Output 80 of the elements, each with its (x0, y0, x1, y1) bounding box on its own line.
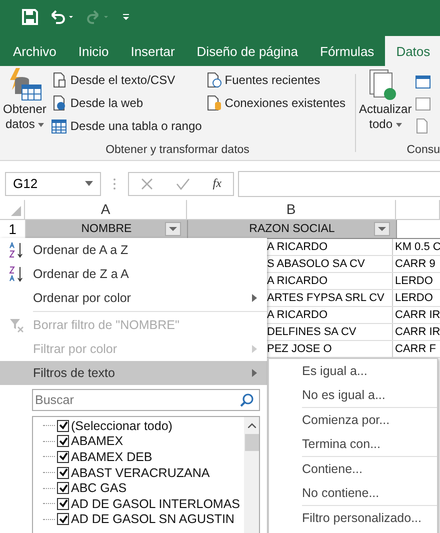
menu-item[interactable]: Ordenar de A a Z (0, 238, 267, 262)
scrollbar[interactable] (244, 417, 259, 533)
caret-icon (396, 122, 402, 126)
value-label: ABAMEX (71, 434, 124, 448)
insert-function-button[interactable]: fx (212, 176, 222, 191)
ribbon-button[interactable]: Conexiones existentes (204, 93, 348, 113)
ribbon-tab[interactable]: Datos (385, 36, 440, 66)
table-cell-text: CARR IR (394, 308, 440, 323)
table-cell-text: CARR F (394, 342, 437, 357)
undo-icon[interactable] (50, 10, 74, 24)
ribbon-tab[interactable]: Inicio (67, 36, 120, 66)
web-page-icon (51, 95, 68, 111)
formula-input[interactable] (238, 170, 440, 196)
table-cell-text: LERDO (394, 274, 434, 289)
ribbon-tab[interactable]: Archivo (2, 36, 68, 66)
table-icon (51, 118, 68, 134)
refresh-all-button[interactable]: Actualizar todo (356, 68, 415, 142)
group-label: Obtener y transformar datos (104, 143, 250, 158)
value-label: ABAMEX DEB (71, 450, 152, 464)
menu-item[interactable]: Filtro personalizado... (269, 506, 437, 530)
filter-dropdown-icon[interactable] (374, 222, 390, 236)
menu-item[interactable]: Ordenar por color (0, 286, 267, 310)
submenu-arrow-icon (252, 294, 257, 302)
checkbox[interactable] (57, 513, 69, 526)
submenu-arrow-icon (252, 369, 257, 377)
clock-file-icon (206, 72, 222, 88)
value-label: ABAST VERACRUZANA (71, 466, 210, 480)
checkbox[interactable] (57, 420, 69, 432)
text-file-icon (51, 72, 68, 88)
ribbon-button[interactable]: Desde el texto/CSV (49, 70, 204, 90)
checkbox[interactable] (57, 466, 69, 479)
sort-ascending-icon (8, 242, 24, 258)
scroll-thumb[interactable] (244, 434, 258, 451)
checkbox[interactable] (57, 482, 69, 494)
queries-icon[interactable] (414, 74, 431, 90)
menu-item[interactable]: Contiene... (269, 457, 437, 481)
get-data-button[interactable]: Obtener datos (0, 68, 50, 142)
customize-icon[interactable] (122, 13, 130, 21)
name-box[interactable]: G12 (5, 172, 101, 196)
menu-item[interactable]: No contiene... (269, 481, 437, 505)
table-cell-text: LERDO (394, 291, 434, 306)
menu-item[interactable]: Comienza por... (269, 408, 437, 432)
caret-icon (38, 122, 44, 126)
check-icon[interactable] (176, 178, 190, 190)
table-cell-text: CARR 9 (394, 257, 436, 272)
filter-dropdown-icon[interactable] (165, 222, 181, 236)
group-label: Consu (406, 143, 440, 158)
value-label: AD DE GASOL INTERLOMAS (71, 496, 240, 511)
value-label: AD DE GASOL SN AGUSTIN (71, 512, 234, 526)
properties-icon[interactable] (414, 96, 431, 112)
checkbox[interactable] (57, 498, 69, 510)
checkbox[interactable] (57, 450, 69, 463)
column-header[interactable]: A (25, 200, 187, 219)
save-icon[interactable] (22, 9, 38, 25)
scroll-up-icon[interactable] (248, 423, 256, 428)
menu-item[interactable]: Termina con... (269, 432, 437, 456)
header-label: RAZON SOCIAL (249, 223, 335, 235)
column-header[interactable]: B (187, 200, 396, 219)
table-cell-text: CARR IR (394, 325, 440, 340)
menu-item[interactable]: No es igual a... (269, 383, 437, 407)
clear-filter-icon (8, 317, 24, 333)
checkbox[interactable] (57, 435, 69, 448)
file-database-icon (206, 95, 222, 111)
ribbon-button[interactable]: Desde la web (49, 93, 204, 113)
ribbon-tab[interactable]: Insertar (120, 36, 186, 66)
value-label: ABC GAS (71, 481, 127, 496)
menu-item[interactable]: Ordenar de Z a A (0, 262, 267, 286)
sort-descending-icon (8, 266, 24, 282)
ribbon-button[interactable]: Fuentes recientes (204, 70, 348, 90)
ribbon-tab[interactable]: Fórmulas (309, 36, 386, 66)
search-icon (240, 393, 254, 407)
value-label: (Seleccionar todo) (71, 418, 172, 433)
menu-item[interactable]: Es igual a... (269, 359, 437, 383)
ribbon-tab[interactable]: Diseño de página (186, 36, 309, 66)
ribbon-button[interactable]: Desde una tabla o rango (49, 116, 204, 136)
drag-handle-icon[interactable] (113, 178, 116, 190)
submenu-arrow-icon (252, 345, 257, 353)
search-field[interactable]: Buscar (32, 389, 260, 411)
menu-item[interactable]: Filtros de texto (0, 361, 267, 385)
header-label: NOMBRE (81, 223, 132, 235)
